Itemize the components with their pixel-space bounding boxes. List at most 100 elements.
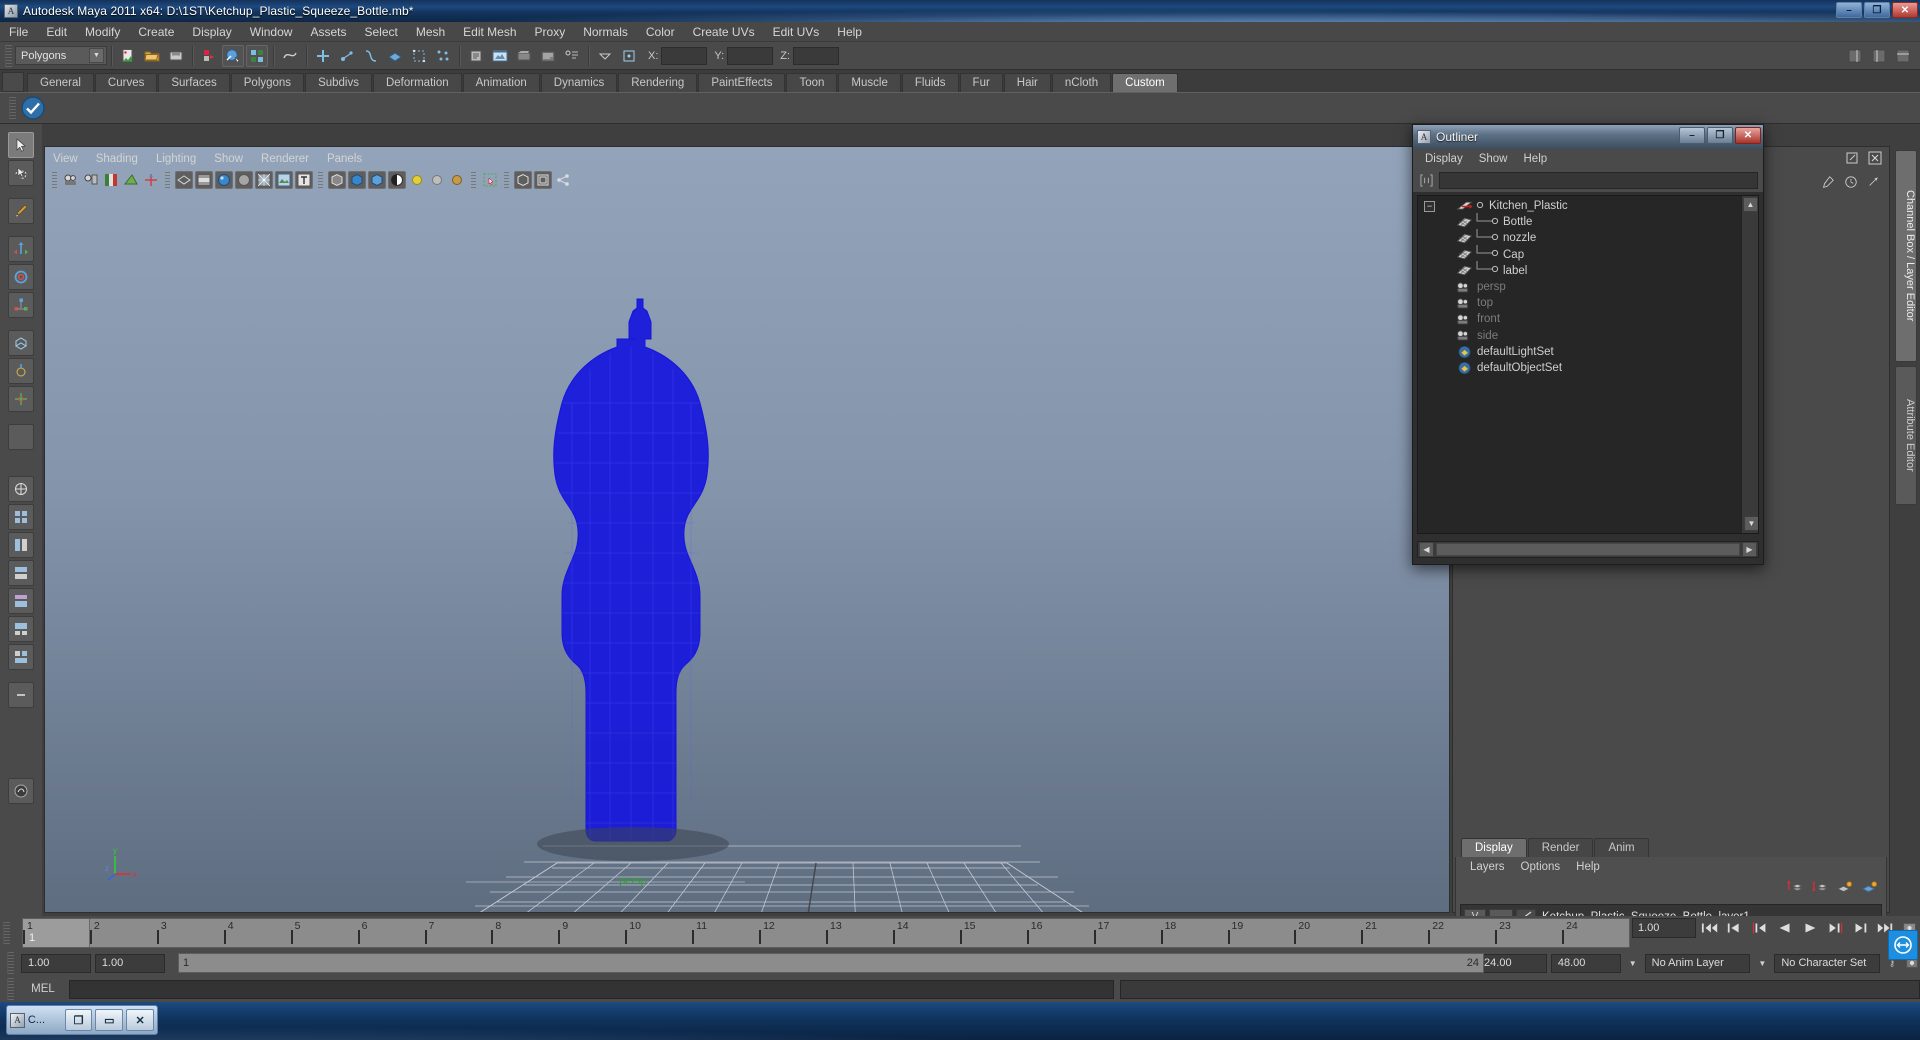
- toolbar-grip[interactable]: [165, 172, 170, 188]
- shelf-tab-general[interactable]: General: [27, 73, 94, 92]
- maximize-button[interactable]: ❐: [1864, 2, 1890, 18]
- show-hide-attribute-editor-button[interactable]: [1868, 45, 1890, 67]
- single-perspective-layout-button[interactable]: [8, 476, 34, 502]
- paint-bucket-icon[interactable]: [8, 778, 34, 804]
- channel-box-clock-icon[interactable]: [1844, 175, 1858, 194]
- close-button[interactable]: ✕: [1892, 2, 1918, 18]
- dock-popout-icon[interactable]: [1843, 149, 1861, 167]
- show-hide-channelbox-button[interactable]: [1844, 45, 1866, 67]
- persp-relationship-layout-button[interactable]: [8, 616, 34, 642]
- shelf-tab-rendering[interactable]: Rendering: [618, 73, 698, 92]
- viewport-menu-show[interactable]: Show: [205, 152, 252, 166]
- shelf-tab-deformation[interactable]: Deformation: [372, 73, 462, 92]
- range-start-field[interactable]: 1.00: [20, 953, 91, 973]
- shelf-tab-fluids[interactable]: Fluids: [901, 73, 959, 92]
- layer-editor-tab-render[interactable]: Render: [1527, 838, 1594, 857]
- transform-field-icon[interactable]: [618, 45, 640, 67]
- shelf-tab-muscle[interactable]: Muscle: [838, 73, 901, 92]
- scroll-up-button[interactable]: ▲: [1743, 197, 1758, 212]
- search-filter-icon[interactable]: [1418, 173, 1434, 187]
- all-lights-icon[interactable]: [428, 171, 446, 189]
- outliner-tree-body[interactable]: − Kitchen_Plastic Bottle nozzle Cap label pers…: [1417, 195, 1759, 534]
- show-hide-toolsettings-button[interactable]: [1892, 45, 1914, 67]
- render-globals-button[interactable]: [561, 45, 583, 67]
- outliner-menu-help[interactable]: Help: [1516, 152, 1556, 166]
- move-tool-button[interactable]: [8, 236, 34, 262]
- select-camera-icon[interactable]: [62, 171, 80, 189]
- share-graph-icon[interactable]: [554, 171, 572, 189]
- outliner-item[interactable]: Bottle: [1418, 212, 1740, 230]
- menu-color[interactable]: Color: [637, 23, 684, 41]
- menu-normals[interactable]: Normals: [574, 23, 637, 41]
- shelf-tab-subdivs[interactable]: Subdivs: [305, 73, 372, 92]
- outliner-item[interactable]: defaultLightSet: [1418, 344, 1740, 360]
- wireframe-shading-icon[interactable]: [175, 171, 193, 189]
- outliner-minimize-button[interactable]: –: [1679, 127, 1705, 144]
- shelf-tab-hair[interactable]: Hair: [1003, 73, 1051, 92]
- statusline-grip[interactable]: [5, 44, 12, 67]
- rotate-tool-button[interactable]: [8, 264, 34, 290]
- texture-display-icon[interactable]: [275, 171, 293, 189]
- four-view-layout-button[interactable]: [8, 504, 34, 530]
- shelf-tab-painteffects[interactable]: PaintEffects: [698, 73, 786, 92]
- scroll-right-button[interactable]: ▶: [1742, 542, 1757, 557]
- snap-point-icon[interactable]: [360, 45, 382, 67]
- last-tool-used-button[interactable]: [8, 424, 34, 450]
- shelf-tab-ncloth[interactable]: nCloth: [1051, 73, 1112, 92]
- lasso-tool-button[interactable]: [8, 160, 34, 186]
- film-gate-icon[interactable]: [195, 171, 213, 189]
- range-slider-track[interactable]: 1 24: [178, 953, 1484, 973]
- range-end-field[interactable]: 1.00: [94, 953, 165, 973]
- manip-toggle-icon[interactable]: [142, 171, 160, 189]
- bookmarks-icon[interactable]: [102, 171, 120, 189]
- taskbar-window-button[interactable]: A C... ❐ ▭ ✕: [6, 1005, 158, 1035]
- hscroll-thumb[interactable]: [1436, 543, 1740, 556]
- two-pane-stacked-layout-button[interactable]: [8, 644, 34, 670]
- menu-display[interactable]: Display: [183, 23, 240, 41]
- outliner-item[interactable]: label: [1418, 261, 1740, 279]
- selection-mode-button[interactable]: [222, 44, 244, 67]
- viewport-menu-shading[interactable]: Shading: [87, 152, 147, 166]
- snap-curve-icon[interactable]: [279, 45, 301, 67]
- outliner-menu-display[interactable]: Display: [1417, 152, 1471, 166]
- anim-layer-dropdown[interactable]: No Anim Layer: [1644, 953, 1751, 973]
- outliner-item[interactable]: side: [1418, 328, 1740, 344]
- checker-display-icon[interactable]: [388, 171, 406, 189]
- text-display-icon[interactable]: [295, 171, 313, 189]
- panel-frame-icon[interactable]: [534, 171, 552, 189]
- menu-edit-mesh[interactable]: Edit Mesh: [454, 23, 525, 41]
- layer-editor-tab-anim[interactable]: Anim: [1594, 838, 1649, 857]
- taskbar-restore-button[interactable]: ❐: [64, 1009, 93, 1031]
- persp-outliner-layout-button[interactable]: [8, 532, 34, 558]
- menu-create-uvs[interactable]: Create UVs: [684, 23, 764, 41]
- outliner-item[interactable]: front: [1418, 311, 1740, 327]
- viewport-menu-lighting[interactable]: Lighting: [147, 152, 205, 166]
- layer-editor-tab-display[interactable]: Display: [1461, 838, 1527, 857]
- outliner-maximize-button[interactable]: ❐: [1707, 127, 1733, 144]
- construction-history-button[interactable]: [465, 45, 487, 67]
- anim-end-field[interactable]: 48.00: [1550, 953, 1621, 973]
- smooth-shade-all-icon[interactable]: [215, 171, 233, 189]
- vertical-tab-channel-box-layer-editor[interactable]: Channel Box / Layer Editor: [1895, 150, 1917, 363]
- menu-select[interactable]: Select: [355, 23, 406, 41]
- play-forwards-button[interactable]: [1799, 918, 1821, 938]
- undo-button[interactable]: [198, 45, 220, 67]
- outliner-window[interactable]: A Outliner – ❐ ✕ Display Show Help − Kitche…: [1412, 124, 1764, 565]
- snap-points-icon[interactable]: [432, 45, 454, 67]
- viewport-menu-panels[interactable]: Panels: [318, 152, 371, 166]
- menu-help[interactable]: Help: [828, 23, 871, 41]
- outliner-vertical-scrollbar[interactable]: ▲ ▼: [1741, 196, 1758, 533]
- outliner-horizontal-scrollbar[interactable]: ◀ ▶: [1417, 541, 1759, 558]
- mel-command-input[interactable]: [69, 979, 1114, 999]
- toolbox-expander-button[interactable]: [8, 682, 34, 708]
- grid-display-icon[interactable]: [514, 171, 532, 189]
- expand-collapse-icon[interactable]: −: [1424, 200, 1435, 212]
- menu-create[interactable]: Create: [129, 23, 183, 41]
- select-tool-button[interactable]: [8, 132, 34, 158]
- move-layer-up-icon[interactable]: [1786, 879, 1804, 900]
- outliner-close-button[interactable]: ✕: [1735, 127, 1761, 144]
- scroll-down-button[interactable]: ▼: [1744, 516, 1758, 531]
- default-light-icon[interactable]: [408, 171, 426, 189]
- teamviewer-tray-icon[interactable]: [1888, 930, 1918, 960]
- create-empty-layer-icon[interactable]: [1836, 879, 1853, 900]
